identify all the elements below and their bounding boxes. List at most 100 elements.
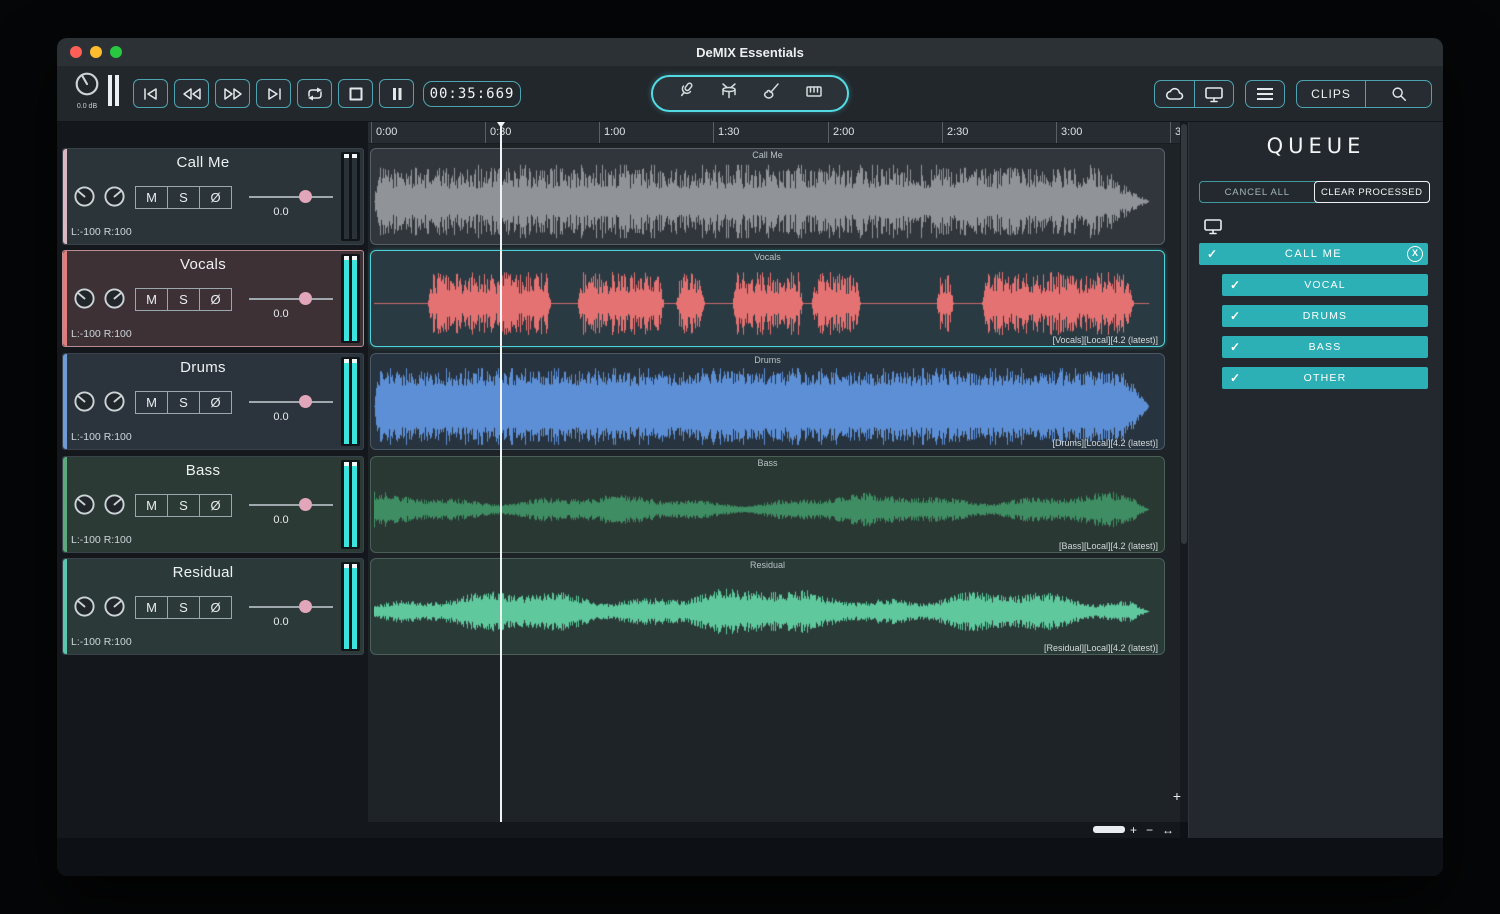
zoom-in-button[interactable]: + — [1130, 822, 1137, 838]
clips-button[interactable]: CLIPS — [1297, 81, 1365, 107]
queue-stem-bass[interactable]: ✓ BASS — [1222, 336, 1428, 358]
gain-value: 0.0 — [273, 411, 289, 423]
vocals-stem-button[interactable] — [676, 81, 696, 106]
loop-button[interactable] — [297, 79, 332, 108]
volume-slider[interactable] — [249, 600, 333, 613]
vertical-scrollbar-thumb[interactable] — [1181, 124, 1187, 544]
track-buttons: M S Ø — [135, 596, 232, 619]
pan-right-knob[interactable] — [103, 185, 126, 208]
mute-button[interactable]: M — [135, 288, 168, 311]
clip-residual[interactable]: Residual [Residual][Local][4.2 (latest)] — [370, 558, 1165, 655]
volume-slider-handle[interactable] — [299, 190, 312, 203]
piano-stem-button[interactable] — [804, 81, 824, 106]
track-header-residual[interactable]: Residual M S Ø 0.0 L:-100 R:100 — [62, 558, 364, 655]
pan-left-knob[interactable] — [73, 493, 96, 516]
clip-bass[interactable]: Bass [Bass][Local][4.2 (latest)] — [370, 456, 1165, 553]
level-meter — [341, 357, 360, 446]
zoom-out-button[interactable]: − — [1146, 822, 1153, 838]
volume-slider[interactable] — [249, 190, 333, 203]
queue-stem-label: BASS — [1308, 341, 1342, 353]
menu-button[interactable] — [1245, 80, 1285, 108]
pan-right-knob[interactable] — [103, 493, 126, 516]
remove-job-button[interactable]: X — [1407, 246, 1423, 262]
cloud-button[interactable] — [1155, 81, 1194, 107]
solo-button[interactable]: S — [167, 596, 200, 619]
track-header-vocals[interactable]: Vocals M S Ø 0.0 L:-100 R:100 — [62, 250, 364, 347]
volume-slider-handle[interactable] — [299, 292, 312, 305]
mute-button[interactable]: M — [135, 186, 168, 209]
master-gain-knob[interactable]: 0.0 dB — [67, 71, 107, 110]
vertical-scrollbar[interactable] — [1180, 122, 1188, 822]
volume-slider[interactable] — [249, 498, 333, 511]
pan-left-knob[interactable] — [73, 287, 96, 310]
search-button[interactable] — [1365, 81, 1431, 107]
volume-slider-handle[interactable] — [299, 395, 312, 408]
pause-button[interactable] — [379, 79, 414, 108]
track-header-call-me[interactable]: Call Me M S Ø 0.0 L:-100 R:100 — [62, 148, 364, 245]
time-tick: 3:00 — [1056, 122, 1082, 143]
solo-button[interactable]: S — [167, 288, 200, 311]
volume-slider-handle[interactable] — [299, 600, 312, 613]
queue-stem-vocal[interactable]: ✓ VOCAL — [1222, 274, 1428, 296]
phase-button[interactable]: Ø — [199, 494, 232, 517]
track-header-bass[interactable]: Bass M S Ø 0.0 L:-100 R:100 — [62, 456, 364, 553]
guitar-stem-button[interactable] — [761, 81, 781, 106]
pan-right-knob[interactable] — [103, 595, 126, 618]
close-window-button[interactable] — [70, 46, 82, 58]
solo-button[interactable]: S — [167, 186, 200, 209]
arrangement-area[interactable]: Call Me Vocals [Vocals][Local][4.2 (late… — [368, 144, 1180, 822]
mute-button[interactable]: M — [135, 494, 168, 517]
timeline-ruler[interactable]: 0:00 0:30 1:00 1:30 2:00 2:30 3:00 3 — [368, 122, 1180, 144]
phase-button[interactable]: Ø — [199, 391, 232, 414]
io-button-group — [1154, 80, 1234, 108]
clear-processed-button[interactable]: CLEAR PROCESSED — [1313, 181, 1430, 203]
track-color-stripe — [63, 354, 67, 449]
skip-start-button[interactable] — [133, 79, 168, 108]
level-meter — [341, 562, 360, 651]
playhead[interactable] — [497, 122, 505, 822]
minimize-window-button[interactable] — [90, 46, 102, 58]
solo-button[interactable]: S — [167, 494, 200, 517]
pan-right-knob[interactable] — [103, 287, 126, 310]
zoom-controls: + − ↔ — [1130, 822, 1174, 838]
zoom-fit-button[interactable]: ↔ — [1162, 822, 1174, 838]
mute-button[interactable]: M — [135, 391, 168, 414]
volume-slider[interactable] — [249, 395, 333, 408]
drums-stem-button[interactable] — [719, 81, 739, 106]
skip-end-button[interactable] — [256, 79, 291, 108]
horizontal-scrollbar[interactable]: + − ↔ — [368, 822, 1180, 838]
zoom-window-button[interactable] — [110, 46, 122, 58]
hamburger-icon — [1257, 88, 1273, 90]
pan-left-knob[interactable] — [73, 185, 96, 208]
stop-button[interactable] — [338, 79, 373, 108]
volume-slider-handle[interactable] — [299, 498, 312, 511]
local-monitor-button[interactable] — [1194, 81, 1233, 107]
pan-left-knob[interactable] — [73, 390, 96, 413]
clip-vocals[interactable]: Vocals [Vocals][Local][4.2 (latest)] — [370, 250, 1165, 347]
track-header-drums[interactable]: Drums M S Ø 0.0 L:-100 R:100 — [62, 353, 364, 450]
time-display[interactable]: 00:35:669 — [423, 81, 521, 107]
pan-right-knob[interactable] — [103, 390, 126, 413]
clip-title: Drums — [754, 355, 781, 365]
cancel-all-button[interactable]: CANCEL ALL — [1200, 182, 1315, 202]
queue-stem-drums[interactable]: ✓ DRUMS — [1222, 305, 1428, 327]
waveform — [374, 572, 1161, 651]
time-tick: 2:00 — [828, 122, 854, 143]
clip-call-me[interactable]: Call Me — [370, 148, 1165, 245]
phase-button[interactable]: Ø — [199, 288, 232, 311]
phase-button[interactable]: Ø — [199, 596, 232, 619]
fast-forward-button[interactable] — [215, 79, 250, 108]
solo-button[interactable]: S — [167, 391, 200, 414]
horizontal-scrollbar-thumb[interactable] — [1093, 826, 1125, 833]
clip-drums[interactable]: Drums [Drums][Local][4.2 (latest)] — [370, 353, 1165, 450]
vertical-zoom-in-button[interactable]: + — [1167, 788, 1187, 804]
app-window: DeMIX Essentials 0.0 dB 00:35:669 CLIPS … — [57, 38, 1443, 876]
queue-stem-other[interactable]: ✓ OTHER — [1222, 367, 1428, 389]
rewind-button[interactable] — [174, 79, 209, 108]
queue-job-call-me[interactable]: ✓ CALL ME X — [1199, 243, 1428, 265]
phase-button[interactable]: Ø — [199, 186, 232, 209]
track-name: Vocals — [180, 256, 226, 273]
pan-left-knob[interactable] — [73, 595, 96, 618]
mute-button[interactable]: M — [135, 596, 168, 619]
volume-slider[interactable] — [249, 292, 333, 305]
